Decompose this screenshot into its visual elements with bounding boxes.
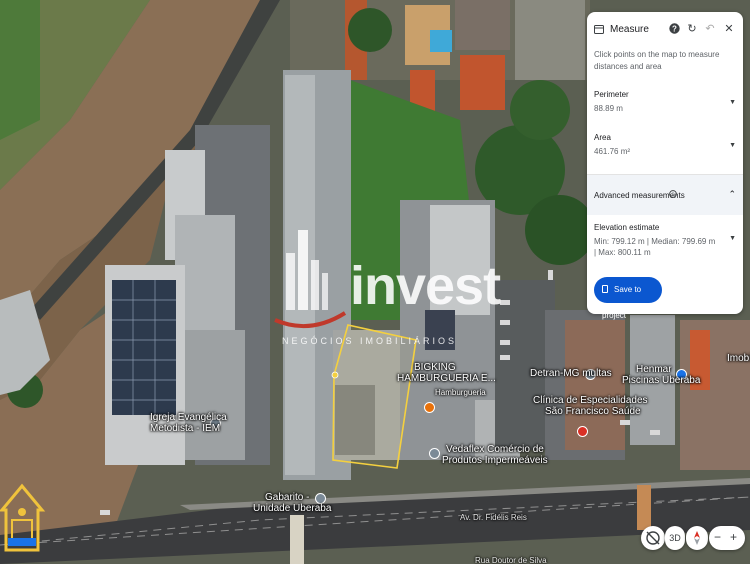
place-label-detran[interactable]: Detran-MG multas xyxy=(530,368,612,379)
area-label: Area xyxy=(594,133,611,142)
house-logo-icon xyxy=(0,483,46,552)
measure-panel: Measure ? ↻ ↶ ✕ Click points on the map … xyxy=(587,12,743,320)
measure-header: Measure ? ↻ ↶ ✕ xyxy=(594,23,737,39)
zoom-in-button[interactable]: + xyxy=(730,530,737,544)
area-section[interactable]: Area 461.76 m² ▼ xyxy=(594,133,736,161)
caret-down-icon-2[interactable]: ▼ xyxy=(729,142,736,149)
caret-down-icon-3[interactable]: ▼ xyxy=(729,235,736,242)
area-value: 461.76 m² xyxy=(594,147,631,156)
street-label-rua: Rua Doutor de Silva xyxy=(475,556,547,564)
refresh-icon[interactable]: ↻ xyxy=(686,23,698,35)
place-label-henmar-2[interactable]: Piscinas Uberaba xyxy=(622,375,700,386)
perimeter-section[interactable]: Perimeter 88.89 m ▼ xyxy=(594,90,736,118)
advanced-measurements-toggle[interactable]: Advanced measurements ⌃ xyxy=(587,175,743,215)
place-label-gabarito[interactable]: Gabarito - xyxy=(265,492,309,503)
elevation-value: Min: 799.12 m | Median: 799.69 m | Max: … xyxy=(594,237,716,257)
elevation-label: Elevation estimate xyxy=(594,223,660,232)
medical-pin-icon[interactable] xyxy=(577,426,588,437)
place-category-hamburgueria: Hamburgueria xyxy=(435,388,486,397)
help-icon[interactable]: ? xyxy=(668,23,680,35)
perimeter-value: 88.89 m xyxy=(594,104,623,113)
chevron-up-icon[interactable]: ⌃ xyxy=(728,189,736,200)
street-label-avenue: Av. Dr. Fidélis Reis xyxy=(460,513,527,522)
close-icon[interactable]: ✕ xyxy=(723,23,735,35)
place-label-clinica-2[interactable]: São Francisco Saúde xyxy=(545,406,641,417)
undo-icon[interactable]: ↶ xyxy=(704,23,716,35)
compass-button[interactable] xyxy=(686,526,708,550)
place-label-henmar[interactable]: Henmar xyxy=(636,364,672,375)
food-pin-icon[interactable] xyxy=(424,402,435,413)
place-label-igreja-2[interactable]: Metodista - IEM xyxy=(150,423,220,434)
place-label-gabarito-2[interactable]: Unidade Uberaba xyxy=(253,503,331,514)
place-label-igreja[interactable]: Igreja Evangélica xyxy=(150,412,227,423)
place-label-imobil[interactable]: Imobil... xyxy=(727,353,750,364)
place-label-vedaflex-2[interactable]: Produtos Impermeáveis xyxy=(442,455,548,466)
layers-toggle-button[interactable] xyxy=(641,526,665,550)
perimeter-label: Perimeter xyxy=(594,90,629,99)
measure-description: Click points on the map to measure dista… xyxy=(594,50,720,71)
3d-view-button[interactable]: 3D xyxy=(665,526,685,550)
svg-text:?: ? xyxy=(672,24,677,33)
caret-down-icon[interactable]: ▼ xyxy=(729,99,736,106)
place-label-clinica[interactable]: Clínica de Especialidades xyxy=(533,395,648,406)
zoom-controls: − + xyxy=(709,526,745,550)
zoom-out-button[interactable]: − xyxy=(714,530,721,544)
ruler-icon xyxy=(594,25,604,34)
compass-icon xyxy=(694,531,700,545)
place-label-bigking-2[interactable]: HAMBURGUERIA E... xyxy=(397,373,496,384)
store-pin-icon-2[interactable] xyxy=(429,448,440,459)
elevation-section[interactable]: Elevation estimate Min: 799.12 m | Media… xyxy=(594,223,736,263)
bookmark-icon xyxy=(602,285,608,293)
save-to-project-button[interactable]: Save to project xyxy=(594,277,662,320)
info-icon[interactable] xyxy=(669,190,677,200)
place-label-vedaflex[interactable]: Vedaflex Comércio de xyxy=(446,444,544,455)
compass-off-icon xyxy=(646,531,660,545)
place-label-bigking[interactable]: BIGKING xyxy=(414,362,456,373)
measure-title: Measure xyxy=(610,24,649,35)
